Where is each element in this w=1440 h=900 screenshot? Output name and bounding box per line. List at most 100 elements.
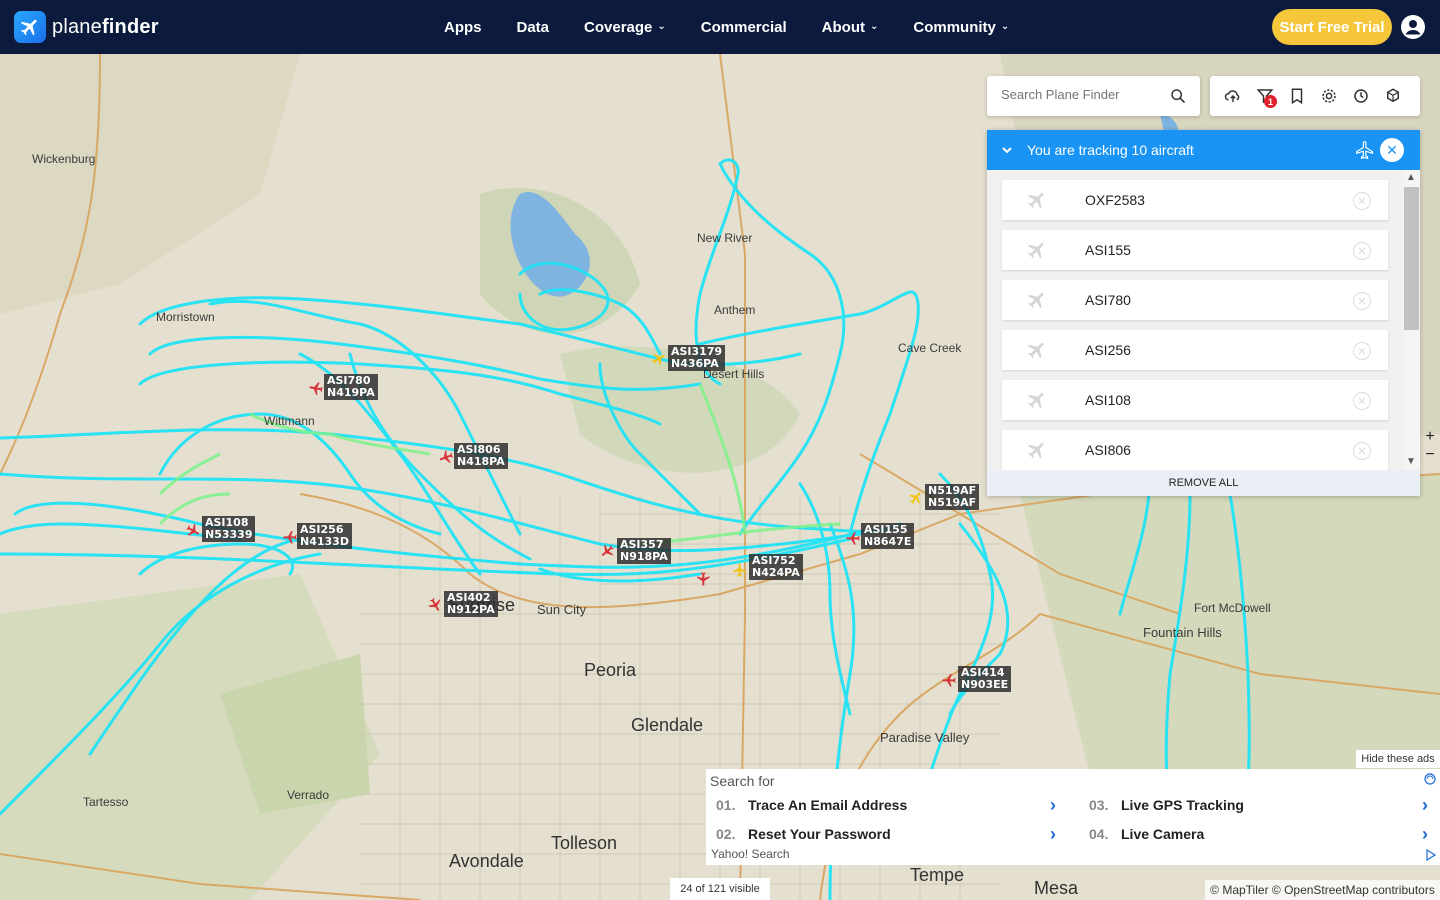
- tracked-aircraft-row[interactable]: ASI108 ✕: [1002, 380, 1388, 420]
- history-icon[interactable]: [1352, 87, 1370, 105]
- aircraft-label[interactable]: ASI256 N4133D: [297, 523, 352, 549]
- adchoices-icon[interactable]: [1424, 773, 1436, 785]
- aircraft-label[interactable]: ASI806 N418PA: [454, 443, 508, 469]
- tracked-aircraft-row[interactable]: ASI780 ✕: [1002, 280, 1388, 320]
- zoom-in-button[interactable]: +: [1420, 428, 1440, 446]
- place-label: Sun City: [537, 602, 587, 617]
- chevron-down-icon: ⌄: [657, 20, 666, 32]
- ad-info-icon[interactable]: [1426, 849, 1436, 861]
- ad-link[interactable]: 01. Trace An Email Address ›: [706, 792, 1062, 818]
- remove-tracked-button[interactable]: ✕: [1353, 392, 1371, 410]
- aircraft-label[interactable]: ASI752 N424PA: [749, 554, 803, 580]
- tracked-aircraft-row[interactable]: ASI155 ✕: [1002, 230, 1388, 270]
- place-label: Wittmann: [264, 414, 315, 428]
- airplane-icon: [1027, 442, 1044, 459]
- aircraft-label[interactable]: ASI402 N912PA: [444, 591, 498, 617]
- search-icon[interactable]: [1170, 88, 1186, 104]
- aircraft-label[interactable]: ASI414 N903EE: [958, 666, 1012, 692]
- remove-tracked-button[interactable]: ✕: [1353, 342, 1371, 360]
- search-box: [987, 76, 1200, 116]
- aircraft-icon[interactable]: [308, 380, 324, 396]
- bookmark-icon[interactable]: [1288, 87, 1306, 105]
- aircraft-icon[interactable]: [438, 449, 454, 465]
- aircraft-icon[interactable]: [185, 523, 201, 539]
- aircraft-icon[interactable]: [695, 571, 711, 587]
- remove-tracked-button[interactable]: ✕: [1353, 442, 1371, 460]
- aircraft-label[interactable]: ASI3179 N436PA: [668, 345, 726, 371]
- aircraft-label[interactable]: ASI108 N53339: [202, 516, 256, 542]
- chevron-right-icon: ›: [1422, 823, 1428, 844]
- remove-all-button[interactable]: REMOVE ALL: [987, 470, 1420, 496]
- tracking-scrollbar[interactable]: ▲ ▼: [1403, 170, 1420, 470]
- aircraft-label[interactable]: N519AF N519AF: [925, 484, 980, 510]
- planefinder-logo[interactable]: planefinder: [14, 11, 159, 43]
- aircraft-icon[interactable]: [732, 562, 748, 578]
- tracking-panel-title: You are tracking 10 aircraft: [1027, 142, 1194, 158]
- nav-coverage[interactable]: Coverage ⌄: [584, 19, 666, 36]
- aircraft-icon[interactable]: [427, 597, 443, 613]
- place-label: Avondale: [449, 851, 524, 871]
- chevron-right-icon: ›: [1050, 823, 1056, 844]
- tracked-callsign: ASI806: [1085, 442, 1131, 458]
- scroll-down-icon[interactable]: ▼: [1406, 456, 1416, 467]
- map-toolbar: 1: [1210, 76, 1420, 116]
- map-attribution[interactable]: © MapTiler © OpenStreetMap contributors: [1205, 880, 1440, 900]
- ad-provider: Yahoo! Search: [711, 847, 790, 861]
- tracked-callsign: ASI108: [1085, 392, 1131, 408]
- nav-community[interactable]: Community ⌄: [913, 19, 1009, 36]
- tracked-callsign: ASI155: [1085, 242, 1131, 258]
- aircraft-label[interactable]: ASI155 N8647E: [861, 523, 915, 549]
- 3d-view-icon[interactable]: [1384, 87, 1402, 105]
- tracking-panel-header: You are tracking 10 aircraft ✕: [987, 130, 1420, 170]
- settings-gear-icon[interactable]: [1320, 87, 1338, 105]
- airplane-icon: [1356, 141, 1374, 160]
- ad-link[interactable]: 02. Reset Your Password ›: [706, 821, 1062, 847]
- nav-commercial[interactable]: Commercial: [701, 19, 787, 36]
- close-tracking-button[interactable]: ✕: [1380, 138, 1404, 162]
- zoom-controls: + −: [1420, 428, 1440, 468]
- aircraft-icon[interactable]: [282, 529, 298, 545]
- aircraft-icon[interactable]: [908, 490, 924, 506]
- tracked-callsign: ASI780: [1085, 292, 1131, 308]
- filter-button[interactable]: 1: [1256, 87, 1277, 108]
- cloud-upload-icon[interactable]: [1224, 87, 1242, 105]
- tracked-aircraft-row[interactable]: ASI806 ✕: [1002, 430, 1388, 470]
- chevron-right-icon: ›: [1422, 794, 1428, 815]
- nav-apps[interactable]: Apps: [444, 19, 482, 36]
- aircraft-label[interactable]: ASI780 N419PA: [324, 374, 378, 400]
- place-label: Mesa: [1034, 878, 1079, 898]
- main-nav: Apps Data Coverage ⌄ Commercial About ⌄ Co…: [444, 0, 1044, 54]
- nav-data[interactable]: Data: [517, 19, 550, 36]
- visible-aircraft-count: 24 of 121 visible: [670, 878, 770, 900]
- remove-tracked-button[interactable]: ✕: [1353, 192, 1371, 210]
- ad-link[interactable]: 03. Live GPS Tracking ›: [1079, 792, 1434, 818]
- place-label: Tartesso: [83, 795, 129, 809]
- remove-tracked-button[interactable]: ✕: [1353, 242, 1371, 260]
- hide-ads-link[interactable]: Hide these ads: [1356, 750, 1440, 768]
- place-label: Paradise Valley: [880, 730, 970, 745]
- aircraft-icon[interactable]: [941, 672, 957, 688]
- place-label: Morristown: [156, 310, 215, 324]
- chevron-down-icon[interactable]: [1001, 144, 1013, 156]
- zoom-out-button[interactable]: −: [1420, 446, 1440, 464]
- start-free-trial-button[interactable]: Start Free Trial: [1272, 9, 1392, 45]
- aircraft-icon[interactable]: [845, 530, 861, 546]
- scrollbar-thumb[interactable]: [1404, 187, 1419, 330]
- aircraft-icon[interactable]: [599, 543, 615, 559]
- user-account-icon[interactable]: [1401, 15, 1425, 39]
- tracked-aircraft-row[interactable]: OXF2583 ✕: [1002, 180, 1388, 220]
- search-input[interactable]: [1001, 87, 1161, 102]
- filter-count-badge: 1: [1264, 95, 1277, 108]
- aircraft-label[interactable]: ASI357 N918PA: [617, 538, 671, 564]
- aircraft-icon[interactable]: [651, 351, 667, 367]
- remove-tracked-button[interactable]: ✕: [1353, 292, 1371, 310]
- tracked-callsign: OXF2583: [1085, 192, 1145, 208]
- scroll-up-icon[interactable]: ▲: [1406, 172, 1416, 183]
- ad-link[interactable]: 04. Live Camera ›: [1079, 821, 1434, 847]
- chevron-right-icon: ›: [1050, 794, 1056, 815]
- tracked-aircraft-row[interactable]: ASI256 ✕: [1002, 330, 1388, 370]
- chevron-down-icon: ⌄: [869, 20, 879, 32]
- place-label: Wickenburg: [32, 152, 96, 166]
- nav-about[interactable]: About ⌄: [822, 19, 879, 36]
- place-label: Peoria: [584, 660, 637, 680]
